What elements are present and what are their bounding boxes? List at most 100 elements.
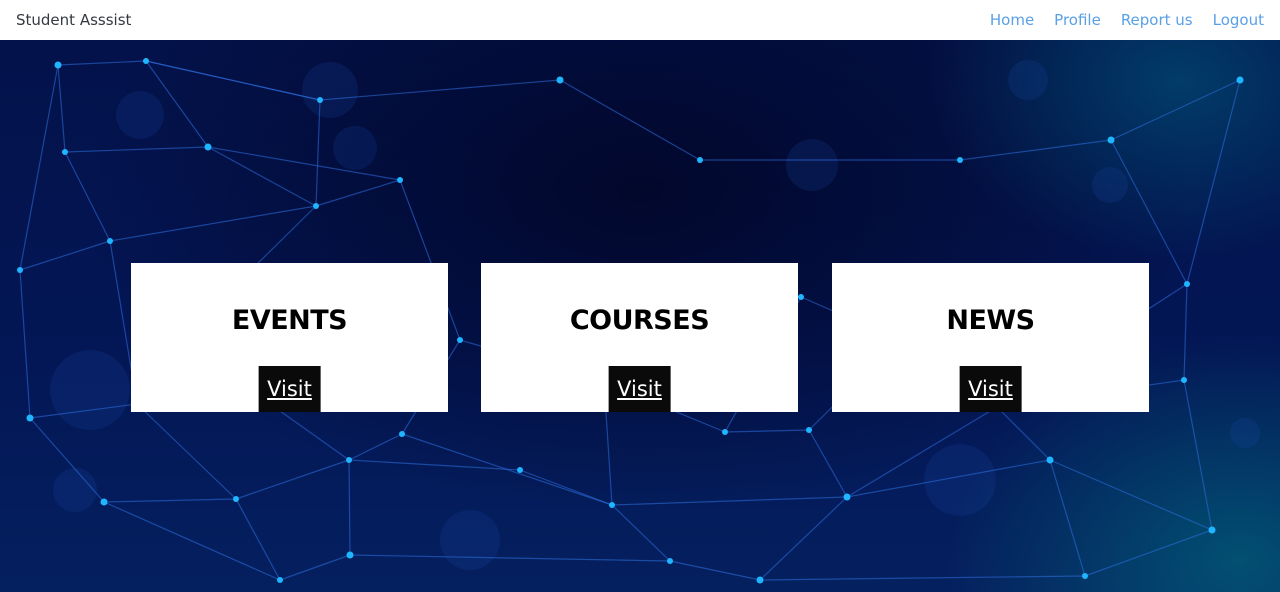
network-line bbox=[808, 429, 848, 498]
bokeh-blob bbox=[440, 510, 500, 570]
network-node bbox=[107, 238, 113, 244]
network-node bbox=[17, 267, 23, 273]
network-node bbox=[1181, 377, 1187, 383]
network-line bbox=[315, 179, 401, 207]
network-line bbox=[559, 79, 701, 161]
network-line bbox=[724, 429, 810, 433]
network-node bbox=[1208, 526, 1216, 534]
network-line bbox=[235, 459, 350, 500]
network-line bbox=[759, 575, 1086, 581]
nav-link-report-us[interactable]: Report us bbox=[1121, 11, 1193, 29]
bokeh-blob bbox=[50, 350, 130, 430]
network-line bbox=[64, 151, 111, 242]
events-card: EVENTS Visit bbox=[131, 263, 448, 412]
network-line bbox=[19, 240, 111, 271]
bokeh-blob bbox=[786, 139, 838, 191]
network-node bbox=[399, 431, 405, 437]
network-line bbox=[669, 560, 761, 581]
network-node bbox=[1236, 76, 1244, 84]
network-node bbox=[1184, 281, 1190, 287]
bokeh-blob bbox=[53, 468, 97, 512]
network-node bbox=[313, 203, 319, 209]
network-node bbox=[556, 76, 564, 84]
network-node bbox=[517, 467, 523, 473]
network-line bbox=[103, 498, 237, 503]
network-line bbox=[57, 64, 66, 153]
network-line bbox=[759, 496, 848, 581]
network-node bbox=[667, 558, 673, 564]
bokeh-blob bbox=[333, 126, 377, 170]
brand-name[interactable]: Student Asssist bbox=[16, 11, 131, 29]
network-line bbox=[136, 403, 237, 500]
network-line bbox=[1183, 283, 1188, 381]
nav-link-logout[interactable]: Logout bbox=[1213, 11, 1264, 29]
news-visit-button[interactable]: Visit bbox=[959, 366, 1022, 412]
network-line bbox=[348, 459, 351, 556]
network-line bbox=[519, 469, 613, 506]
network-node bbox=[54, 61, 62, 69]
top-navbar: Student Asssist Home Profile Report us L… bbox=[0, 0, 1280, 40]
network-node bbox=[100, 498, 108, 506]
events-visit-button[interactable]: Visit bbox=[258, 366, 321, 412]
bokeh-blob bbox=[116, 91, 164, 139]
network-line bbox=[348, 433, 403, 461]
network-line bbox=[611, 504, 671, 562]
network-line bbox=[315, 99, 321, 207]
network-node bbox=[798, 294, 804, 300]
courses-card: COURSES Visit bbox=[481, 263, 798, 412]
network-line bbox=[64, 146, 209, 153]
network-line bbox=[1183, 379, 1213, 531]
network-line bbox=[19, 64, 59, 271]
network-line bbox=[1049, 459, 1086, 577]
network-node bbox=[204, 143, 212, 151]
network-node bbox=[233, 496, 239, 502]
network-line bbox=[145, 60, 321, 101]
network-line bbox=[279, 554, 351, 581]
courses-card-title: COURSES bbox=[569, 305, 710, 336]
network-node bbox=[957, 157, 963, 163]
network-node bbox=[609, 502, 615, 508]
network-node bbox=[26, 414, 34, 422]
network-node bbox=[397, 177, 403, 183]
network-node bbox=[1046, 456, 1054, 464]
nav-link-home[interactable]: Home bbox=[990, 11, 1034, 29]
bokeh-blob bbox=[1230, 418, 1260, 448]
courses-visit-button[interactable]: Visit bbox=[608, 366, 671, 412]
events-card-title: EVENTS bbox=[231, 305, 348, 336]
network-line bbox=[959, 139, 1112, 161]
network-node bbox=[697, 157, 703, 163]
news-card-title: NEWS bbox=[946, 305, 1035, 336]
nav-link-profile[interactable]: Profile bbox=[1054, 11, 1101, 29]
network-line bbox=[996, 406, 1051, 461]
network-line bbox=[1186, 79, 1241, 285]
network-node bbox=[843, 493, 851, 501]
network-node bbox=[277, 577, 283, 583]
network-node bbox=[1082, 573, 1088, 579]
network-node bbox=[457, 337, 463, 343]
network-node bbox=[317, 97, 323, 103]
network-node bbox=[1107, 136, 1115, 144]
network-line bbox=[349, 554, 671, 562]
news-card: NEWS Visit bbox=[832, 263, 1149, 412]
bokeh-blob bbox=[924, 444, 996, 516]
network-line bbox=[235, 498, 281, 581]
network-node bbox=[722, 429, 728, 435]
network-line bbox=[57, 60, 147, 66]
bokeh-blob bbox=[1008, 60, 1048, 100]
network-line bbox=[19, 269, 31, 419]
network-node bbox=[346, 457, 352, 463]
network-line bbox=[1049, 459, 1213, 531]
network-line bbox=[611, 496, 848, 506]
network-line bbox=[103, 501, 281, 581]
network-node bbox=[143, 58, 149, 64]
bokeh-blob bbox=[302, 62, 358, 118]
network-line bbox=[1084, 529, 1213, 577]
bokeh-blob bbox=[1092, 167, 1128, 203]
network-node bbox=[346, 551, 354, 559]
network-node bbox=[806, 427, 812, 433]
network-node bbox=[62, 149, 68, 155]
network-line bbox=[1110, 79, 1241, 141]
hero-section: EVENTS Visit COURSES Visit NEWS Visit bbox=[0, 40, 1280, 592]
nav-links: Home Profile Report us Logout bbox=[990, 11, 1264, 29]
network-node bbox=[756, 576, 764, 584]
